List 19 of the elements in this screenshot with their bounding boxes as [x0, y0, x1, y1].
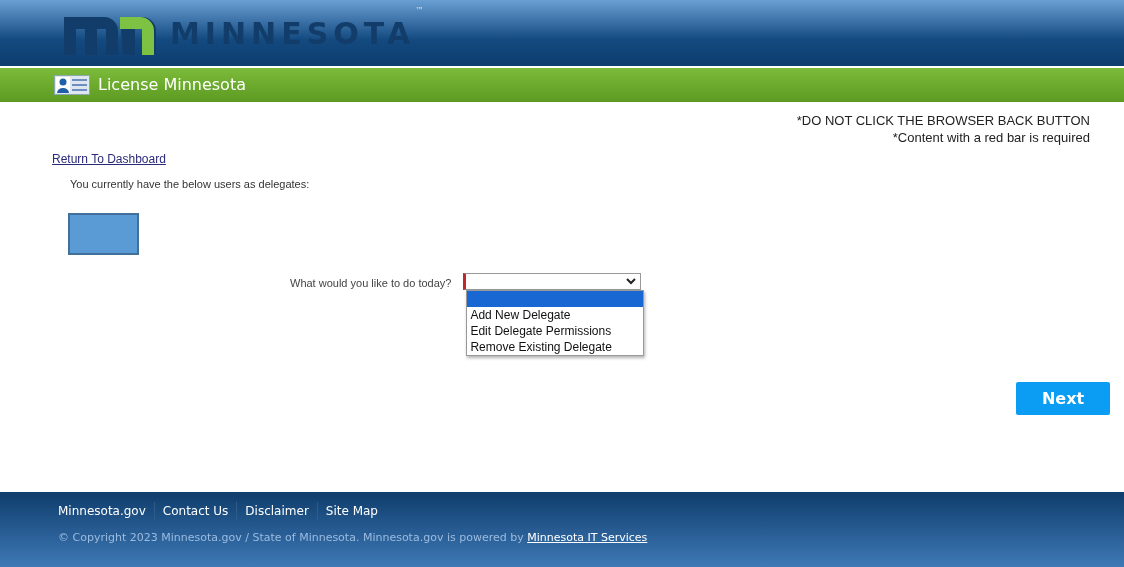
id-card-icon	[54, 75, 90, 95]
footer-link[interactable]: Minnesota IT Services	[527, 531, 648, 544]
notice-text: *DO NOT CLICK THE BROWSER BACK BUTTON	[795, 112, 1090, 129]
question-label: What would you like to do today?	[290, 275, 452, 291]
return-link[interactable]: Return To Dashboard	[52, 152, 166, 166]
notice-text: *Content with a red bar is required	[891, 129, 1090, 146]
dropdown-option[interactable]: Edit Delegate Permissions	[467, 322, 644, 339]
dropdown-option[interactable]: Add New Delegate	[467, 306, 644, 323]
delegate-panel	[68, 212, 139, 255]
action-select[interactable]	[463, 272, 642, 290]
footer-link[interactable]: Disclaimer	[236, 502, 317, 520]
app-title: License Minnesota	[98, 74, 246, 96]
copyright-text: © Copyright 2023 Minnesota.gov / State of Minnesota. Minnesota.gov is powered by Minnesota IT Services	[58, 530, 649, 546]
caret-icon	[626, 277, 637, 285]
dropdown-option[interactable]: Remove Existing Delegate	[467, 338, 644, 355]
intro-text: You currently have the below users as delegates:	[70, 177, 311, 192]
footer-link[interactable]: Minnesota.gov	[58, 502, 154, 520]
footer-link[interactable]: Contact Us	[153, 502, 237, 520]
footer-link[interactable]: Site Map	[316, 502, 386, 520]
